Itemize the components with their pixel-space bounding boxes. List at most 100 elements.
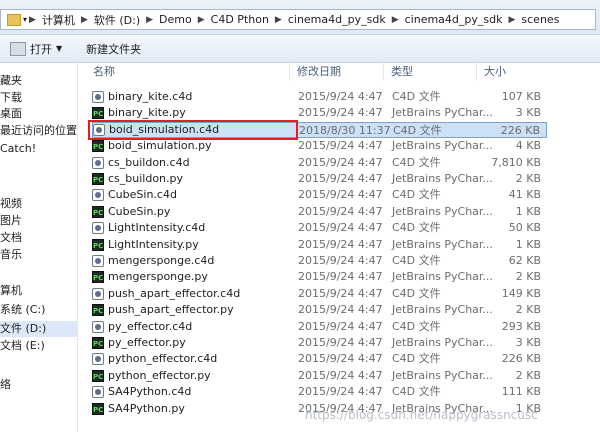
file-name-cell[interactable]: py_effector.py [92,335,292,352]
nav-item[interactable]: 桌面 [0,106,22,122]
file-row[interactable]: cs_buildon.py 2015/9/24 4:47 JetBrains PyC… [92,171,547,188]
file-size: 107 KB [501,90,541,103]
file-row[interactable]: LightIntensity.py 2015/9/24 4:47 JetBrains… [92,237,547,254]
file-type: JetBrains PyChar... [392,368,493,382]
chevron-right-icon[interactable]: ▶ [79,15,90,25]
column-date[interactable]: 修改日期 [290,63,384,81]
file-name-cell[interactable]: CubeSin.c4d [92,187,292,203]
file-name-cell[interactable]: py_effector.c4d [92,319,292,335]
open-button[interactable]: 打开 ▼ [4,38,68,59]
nav-item[interactable]: 文件 (D:) [0,321,77,337]
file-name-cell[interactable]: SA4Python.py [92,401,292,418]
pycharm-file-icon [92,369,104,385]
file-name-cell[interactable]: CubeSin.py [92,204,292,221]
file-name-cell[interactable]: LightIntensity.py [92,237,292,254]
file-row[interactable]: py_effector.c4d 2015/9/24 4:47 C4D 文件 293 K… [92,319,547,335]
breadcrumb[interactable]: ▾ ▶ 计算机 ▶ 软件 (D:) ▶ Demo ▶ C4D Pthon ▶ c… [0,9,596,30]
file-name: push_apart_effector.c4d [108,286,241,300]
nav-item[interactable]: 藏夹 [0,73,22,89]
column-type[interactable]: 类型 [384,63,477,81]
breadcrumb-sdk-1[interactable]: cinema4d_py_sdk [284,13,390,26]
file-name-cell[interactable]: push_apart_effector.py [92,302,292,319]
breadcrumb-demo[interactable]: Demo [155,13,196,26]
file-name: python_effector.c4d [108,352,218,366]
file-name-cell[interactable]: mengersponge.py [92,269,292,286]
file-name-cell[interactable]: SA4Python.c4d [92,384,292,400]
file-row[interactable]: LightIntensity.c4d 2015/9/24 4:47 C4D 文件 50… [92,220,547,236]
file-row[interactable]: CubeSin.c4d 2015/9/24 4:47 C4D 文件 41 KB [92,187,547,203]
file-row[interactable]: push_apart_effector.py 2015/9/24 4:47 JetB… [92,302,547,319]
file-date: 2015/9/24 4:47 [298,286,383,300]
file-name-cell[interactable]: binary_kite.c4d [92,89,292,105]
chevron-right-icon[interactable]: ▶ [196,15,207,25]
file-row[interactable]: cs_buildon.c4d 2015/9/24 4:47 C4D 文件 7,810 … [92,155,547,171]
file-name: cs_buildon.c4d [108,155,190,169]
nav-item[interactable]: 音乐 [0,247,22,263]
chevron-right-icon: ▶ [29,14,36,25]
file-name-cell[interactable]: cs_buildon.py [92,171,292,188]
breadcrumb-drive-d[interactable]: 软件 (D:) [90,12,144,28]
file-name: mengersponge.c4d [108,254,215,267]
new-folder-button[interactable]: 新建文件夹 [80,38,147,59]
file-row[interactable]: push_apart_effector.c4d 2015/9/24 4:47 C4D… [92,286,547,302]
nav-item[interactable]: 下载 [0,90,22,106]
file-name: SA4Python.py [108,401,185,415]
file-name-cell[interactable]: boid_simulation.py [92,138,292,155]
breadcrumb-computer[interactable]: 计算机 [38,12,79,28]
nav-item[interactable]: 视频 [0,196,22,212]
file-name-cell[interactable]: push_apart_effector.c4d [92,286,292,302]
file-row[interactable]: binary_kite.c4d 2015/9/24 4:47 C4D 文件 107 K… [92,89,547,105]
file-row[interactable]: boid_simulation.py 2015/9/24 4:47 JetBrain… [92,138,547,155]
file-name-cell[interactable]: binary_kite.py [92,105,292,122]
file-row[interactable]: mengersponge.py 2015/9/24 4:47 JetBrains P… [92,269,547,286]
chevron-right-icon[interactable]: ▶ [390,15,401,25]
file-date: 2015/9/24 4:47 [298,270,383,284]
breadcrumb-scenes[interactable]: scenes [517,13,563,26]
file-row[interactable]: CubeSin.py 2015/9/24 4:47 JetBrains PyChar… [92,204,547,221]
file-row[interactable]: python_effector.c4d 2015/9/24 4:47 C4D 文件 2… [92,351,547,367]
file-row[interactable]: python_effector.py 2015/9/24 4:47 JetBrain… [92,368,547,385]
nav-item[interactable]: 图片 [0,213,22,229]
file-type: JetBrains PyChar... [392,336,493,349]
file-name: python_effector.py [108,368,211,382]
nav-item[interactable]: Catch! [0,141,36,157]
column-size[interactable]: 大小 [477,63,547,81]
file-type: C4D 文件 [392,90,441,103]
file-row[interactable]: mengersponge.c4d 2015/9/24 4:47 C4D 文件 62 K… [92,253,547,269]
c4d-file-icon [92,255,104,267]
file-name-cell[interactable]: mengersponge.c4d [92,253,292,269]
toolbar: 打开 ▼ 新建文件夹 [0,35,600,63]
file-name: py_effector.c4d [108,319,193,333]
chevron-right-icon[interactable]: ▶ [273,15,284,25]
nav-item[interactable]: 文档 (E:) [0,338,45,354]
nav-item[interactable]: 算机 [0,283,22,299]
nav-item[interactable]: 文档 [0,230,22,246]
file-type: C4D 文件 [392,286,441,300]
file-date: 2015/9/24 4:47 [298,106,383,120]
file-name-cell[interactable]: python_effector.c4d [92,351,292,367]
file-size: 3 KB [515,336,541,349]
column-name[interactable]: 名称 [78,63,290,81]
file-date: 2015/9/24 4:47 [298,204,383,218]
address-bar: ▾ ▶ 计算机 ▶ 软件 (D:) ▶ Demo ▶ C4D Pthon ▶ c… [0,0,600,35]
file-name-cell[interactable]: python_effector.py [92,368,292,385]
chevron-right-icon[interactable]: ▶ [506,15,517,25]
file-row[interactable]: py_effector.py 2015/9/24 4:47 JetBrains Py… [92,335,547,352]
breadcrumb-sdk-2[interactable]: cinema4d_py_sdk [401,13,507,26]
file-name: binary_kite.c4d [108,90,193,103]
file-row[interactable]: SA4Python.c4d 2015/9/24 4:47 C4D 文件 111 KB [92,384,547,400]
pycharm-file-icon [92,172,104,188]
nav-item[interactable]: 络 [0,377,11,393]
breadcrumb-c4d-pthon[interactable]: C4D Pthon [207,13,273,26]
chevron-right-icon[interactable]: ▶ [144,15,155,25]
c4d-file-icon [92,353,104,366]
nav-item[interactable]: 系统 (C:) [0,302,45,318]
file-size: 41 KB [508,188,541,202]
nav-item[interactable]: 最近访问的位置 [0,123,77,139]
file-name-cell[interactable]: LightIntensity.c4d [92,220,292,236]
file-date: 2015/9/24 4:47 [298,336,383,349]
file-name-cell[interactable]: cs_buildon.c4d [92,155,292,171]
file-row[interactable]: binary_kite.py 2015/9/24 4:47 JetBrains Py… [92,105,547,122]
file-size: 149 KB [501,286,541,300]
file-size: 2 KB [515,368,541,382]
